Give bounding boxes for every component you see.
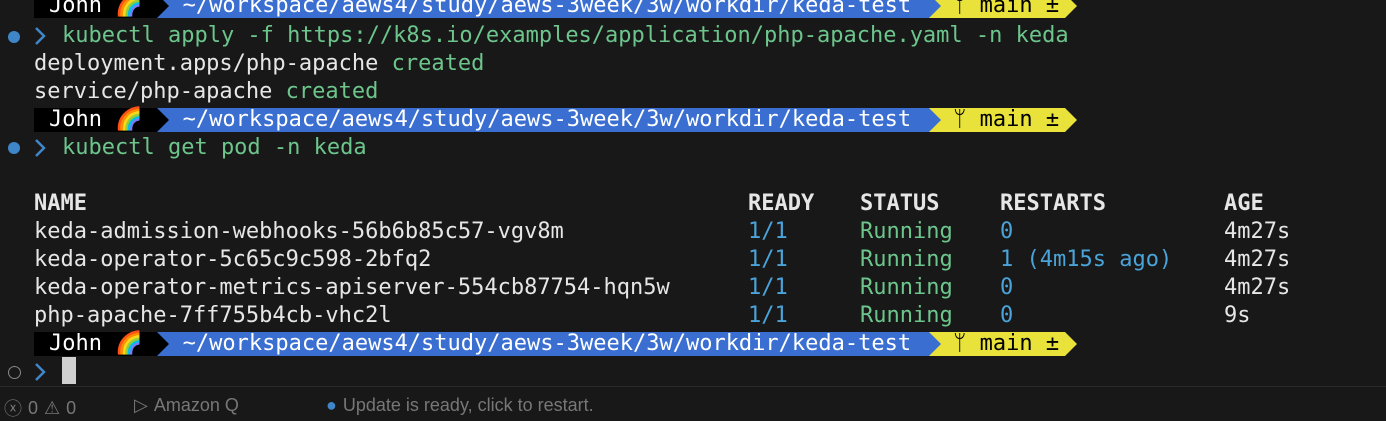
pod-ready: 1/1	[748, 247, 788, 272]
pod-restarts: 0	[1000, 219, 1014, 244]
rainbow-icon: 🌈	[115, 0, 143, 18]
pod-name: keda-admission-webhooks-56b6b85c57-vgv8m	[34, 219, 564, 244]
terminal-cursor[interactable]	[62, 357, 76, 384]
pod-age: 4m27s	[1224, 247, 1291, 272]
prompt-end-arrow	[1065, 0, 1078, 18]
pod-status: Running	[860, 303, 953, 328]
update-status[interactable]: ● Update is ready, click to restart.	[326, 395, 594, 416]
pod-age: 9s	[1224, 303, 1251, 328]
pod-restarts: 0	[1000, 275, 1014, 300]
output-resource: deployment.apps/php-apache	[34, 51, 379, 76]
update-label: Update is ready, click to restart.	[342, 395, 594, 415]
prompt-path: ~/workspace/aews4/study/aews-3week/3w/wo…	[182, 0, 912, 18]
pod-ready: 1/1	[748, 303, 788, 328]
prompt-bar: John 🌈 ~/workspace/aews4/study/aews-3wee…	[34, 0, 1078, 18]
prompt-branch: main	[979, 331, 1033, 356]
rainbow-icon: 🌈	[115, 107, 143, 132]
output-line: service/php-apache created	[34, 78, 378, 106]
warning-count: 0	[66, 397, 77, 418]
prompt-branch: main	[979, 107, 1033, 132]
table-header-name: NAME	[34, 191, 87, 216]
command-status-dot[interactable]	[8, 366, 21, 379]
prompt-bar: John 🌈 ~/workspace/aews4/study/aews-3wee…	[34, 331, 1078, 356]
pod-name: php-apache-7ff755b4cb-vhc2l	[34, 303, 392, 328]
pod-restarts: 1 (4m15s ago)	[1000, 247, 1173, 272]
prompt-path-segment: ~/workspace/aews4/study/aews-3week/3w/wo…	[156, 0, 930, 18]
pod-status: Running	[860, 219, 953, 244]
warning-icon: ⚠	[44, 397, 61, 418]
prompt-git-segment: ᛘ main ±	[929, 0, 1066, 18]
prompt-chevron-icon	[35, 363, 46, 381]
pod-age: 4m27s	[1224, 219, 1291, 244]
command-status-dot[interactable]	[8, 31, 20, 43]
pod-name: keda-operator-5c65c9c598-2bfq2	[34, 247, 432, 272]
git-branch-icon: ᛘ	[953, 107, 967, 132]
table-header-restarts: RESTARTS	[1000, 191, 1106, 216]
command-line: kubectl get pod -n keda	[62, 134, 367, 162]
prompt-user-segment: John 🌈	[34, 108, 157, 132]
command-line: kubectl apply -f https://k8s.io/examples…	[62, 22, 1069, 50]
output-status: created	[285, 79, 379, 104]
pod-status: Running	[860, 247, 953, 272]
error-count: 0	[28, 397, 39, 418]
amazon-q-status[interactable]: ▷ Amazon Q	[134, 395, 239, 416]
prompt-path-segment: ~/workspace/aews4/study/aews-3week/3w/wo…	[156, 331, 930, 356]
rainbow-icon: 🌈	[115, 331, 143, 356]
prompt-branch-status: ±	[1045, 0, 1060, 18]
prompt-git-segment: ᛘ main ±	[929, 107, 1066, 132]
command-text: kubectl apply -f https://k8s.io/examples…	[62, 23, 1069, 48]
git-branch-icon: ᛘ	[953, 0, 967, 18]
update-dot-icon: ●	[326, 395, 337, 415]
output-status: created	[391, 51, 485, 76]
git-branch-icon: ᛘ	[953, 331, 967, 356]
problems-indicator[interactable]: ⓧ 0 ⚠ 0	[4, 395, 76, 421]
pod-age: 4m27s	[1224, 275, 1291, 300]
prompt-user: John	[49, 0, 102, 18]
pod-ready: 1/1	[748, 219, 788, 244]
command-text: kubectl get pod -n keda	[62, 135, 367, 160]
prompt-path-segment: ~/workspace/aews4/study/aews-3week/3w/wo…	[156, 107, 930, 132]
prompt-branch: main	[979, 0, 1033, 18]
output-line: deployment.apps/php-apache created	[34, 50, 484, 78]
pod-name: keda-operator-metrics-apiserver-554cb877…	[34, 275, 670, 300]
command-status-dot[interactable]	[8, 142, 20, 154]
prompt-path: ~/workspace/aews4/study/aews-3week/3w/wo…	[182, 331, 912, 356]
prompt-end-arrow	[1065, 108, 1078, 132]
play-icon: ▷	[134, 395, 148, 415]
prompt-user-segment: John 🌈	[34, 332, 157, 356]
pod-status: Running	[860, 275, 953, 300]
prompt-git-segment: ᛘ main ±	[929, 331, 1066, 356]
prompt-bar: John 🌈 ~/workspace/aews4/study/aews-3wee…	[34, 107, 1078, 132]
table-header-status: STATUS	[860, 191, 940, 216]
prompt-user: John	[49, 107, 102, 132]
prompt-end-arrow	[1065, 332, 1078, 356]
pod-ready: 1/1	[748, 275, 788, 300]
amazon-q-label: Amazon Q	[153, 395, 239, 415]
prompt-chevron-icon	[35, 139, 46, 157]
table-header-ready: READY	[748, 191, 815, 216]
output-resource: service/php-apache	[34, 79, 273, 104]
prompt-path: ~/workspace/aews4/study/aews-3week/3w/wo…	[182, 107, 912, 132]
prompt-branch-status: ±	[1045, 331, 1060, 356]
prompt-chevron-icon	[35, 27, 46, 45]
error-icon: ⓧ	[4, 399, 22, 419]
table-header-age: AGE	[1224, 191, 1264, 216]
prompt-branch-status: ±	[1045, 107, 1060, 132]
pod-restarts: 0	[1000, 303, 1014, 328]
prompt-user-segment: John 🌈	[34, 0, 157, 18]
status-bar: ⓧ 0 ⚠ 0 ▷ Amazon Q ● Update is ready, click …	[0, 386, 1386, 419]
prompt-user: John	[49, 331, 102, 356]
